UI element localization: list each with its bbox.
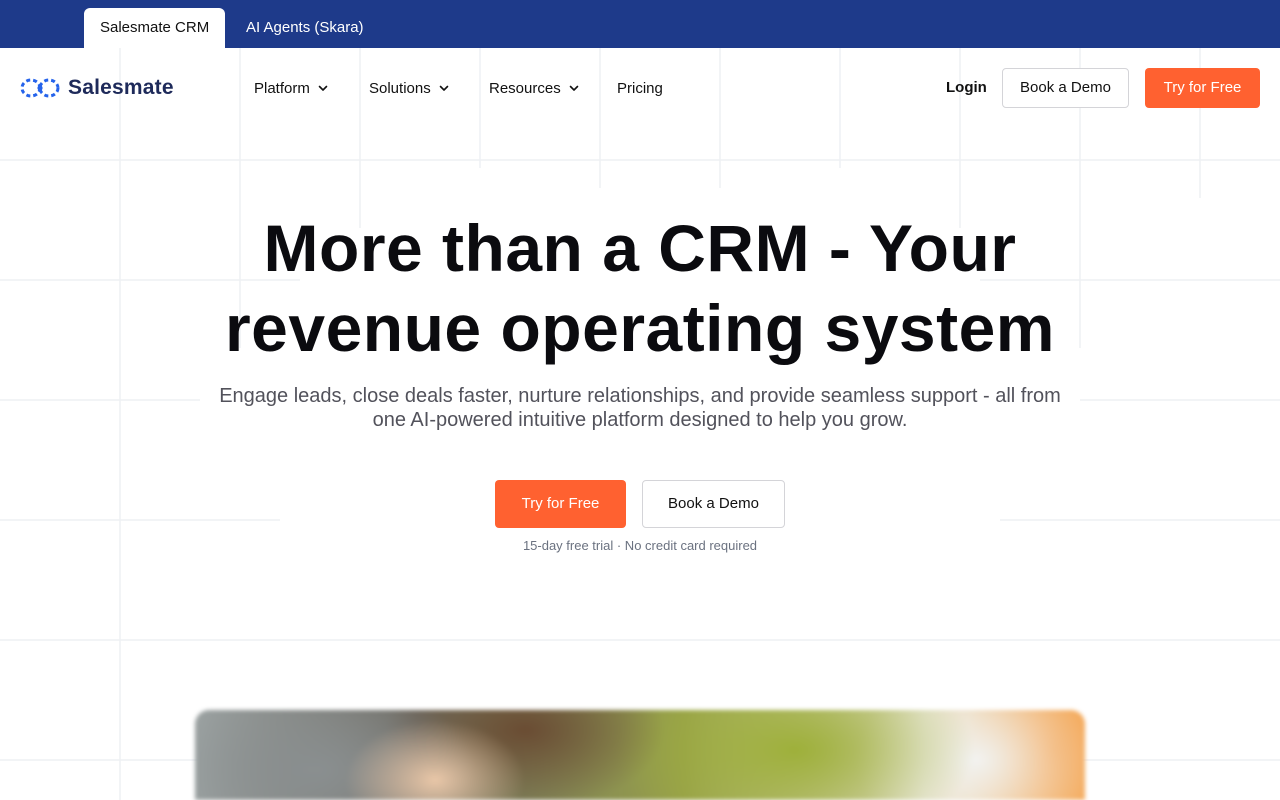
- nav-solutions-label: Solutions: [369, 79, 431, 97]
- nav-platform[interactable]: Platform: [254, 77, 328, 99]
- hero-subtitle-line-1: Engage leads, close deals faster, nurtur…: [219, 385, 1061, 407]
- tab-ai-agents[interactable]: AI Agents (Skara): [230, 8, 380, 48]
- hero-title-line-1: More than a CRM - Your: [263, 211, 1017, 285]
- main-navigation: Salesmate Platform Solutions Resources P…: [0, 48, 1280, 128]
- product-switcher-bar: Salesmate CRM AI Agents (Skara): [0, 0, 1280, 48]
- tab-salesmate-crm[interactable]: Salesmate CRM: [84, 8, 226, 48]
- nav-platform-label: Platform: [254, 79, 310, 97]
- nav-pricing-label: Pricing: [617, 79, 663, 97]
- trial-note: 15-day free trial · No credit card requi…: [522, 538, 758, 553]
- hero-subtitle-line-2: one AI-powered intuitive platform design…: [372, 409, 908, 431]
- nav-pricing[interactable]: Pricing: [617, 77, 663, 99]
- brand-logo[interactable]: Salesmate: [20, 74, 174, 102]
- chevron-down-icon: [318, 85, 328, 91]
- hero-image: [195, 710, 1085, 800]
- brand-name: Salesmate: [68, 76, 174, 99]
- nav-resources[interactable]: Resources: [489, 77, 579, 99]
- hero-title: More than a CRM - Your revenue operating…: [140, 208, 1140, 368]
- book-demo-button-nav[interactable]: Book a Demo: [1002, 68, 1129, 108]
- book-demo-button-hero[interactable]: Book a Demo: [642, 480, 785, 528]
- nav-solutions[interactable]: Solutions: [369, 77, 449, 99]
- nav-resources-label: Resources: [489, 79, 561, 97]
- chevron-down-icon: [439, 85, 449, 91]
- hero-title-line-2: revenue operating system: [225, 291, 1055, 365]
- login-link[interactable]: Login: [946, 77, 987, 99]
- salesmate-logo-icon: [20, 78, 60, 98]
- hero-subtitle: Engage leads, close deals faster, nurtur…: [170, 384, 1110, 432]
- chevron-down-icon: [569, 85, 579, 91]
- try-free-button-hero[interactable]: Try for Free: [495, 480, 626, 528]
- try-free-button-nav[interactable]: Try for Free: [1145, 68, 1260, 108]
